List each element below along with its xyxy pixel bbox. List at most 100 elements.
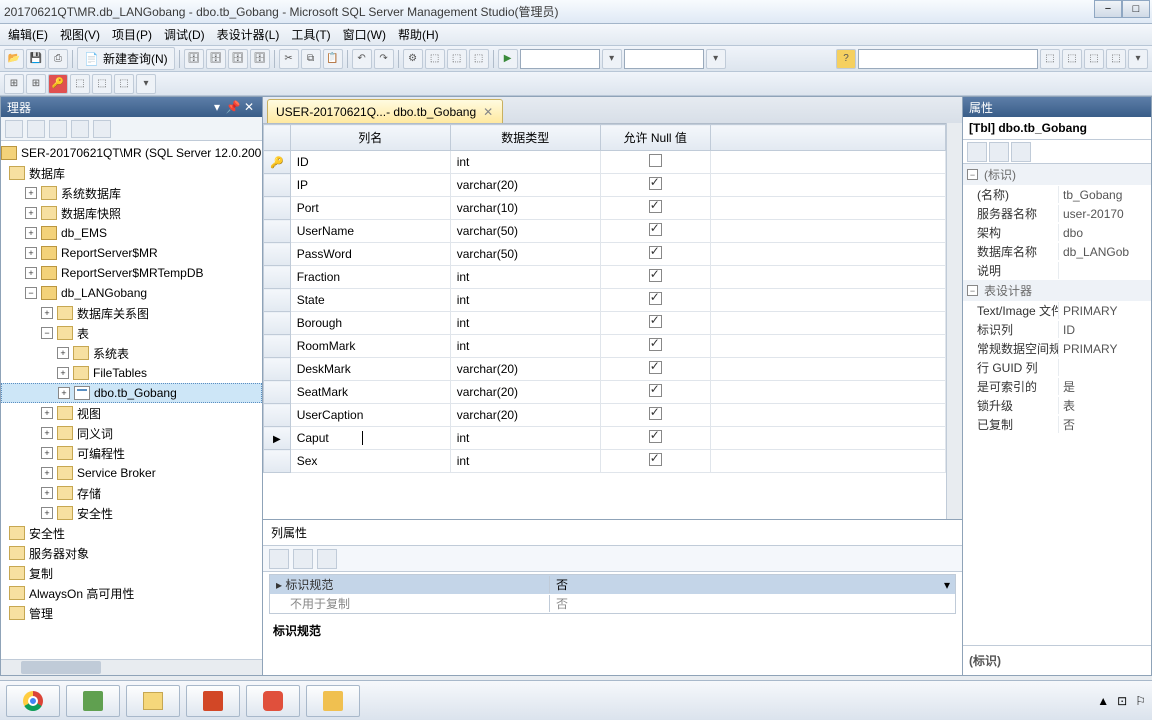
column-row[interactable]: Sexint	[264, 450, 946, 473]
maximize-button[interactable]: □	[1122, 0, 1150, 18]
taskbar-chrome[interactable]	[6, 685, 60, 717]
allownull-checkbox[interactable]	[649, 384, 662, 397]
colprop-az-button[interactable]	[293, 549, 313, 569]
tree-alwayson[interactable]: AlwaysOn 高可用性	[1, 583, 262, 603]
property-row[interactable]: 行 GUID 列	[963, 358, 1151, 377]
tree-repl[interactable]: 复制	[1, 563, 262, 583]
column-row[interactable]: Stateint	[264, 289, 946, 312]
tb-b[interactable]: ⬚	[1062, 49, 1082, 69]
redo-button[interactable]: ↷	[374, 49, 394, 69]
db-icon2[interactable]: 🗄	[206, 49, 226, 69]
minimize-button[interactable]: −	[1094, 0, 1122, 18]
paste-button[interactable]: 📋	[323, 49, 343, 69]
column-row[interactable]: Fractionint	[264, 266, 946, 289]
colprop-pages-button[interactable]	[317, 549, 337, 569]
tree-security2[interactable]: 安全性	[1, 523, 262, 543]
st4[interactable]: ⬚	[70, 74, 90, 94]
filter-icon[interactable]	[49, 120, 67, 138]
tree-tbgobang[interactable]: +dbo.tb_Gobang	[1, 383, 262, 403]
tab-tbgobang[interactable]: USER-20170621Q...- dbo.tb_Gobang ✕	[267, 99, 503, 123]
tree-langobang[interactable]: −db_LANGobang	[1, 283, 262, 303]
menu-help[interactable]: 帮助(H)	[392, 24, 445, 45]
property-row[interactable]: 锁升级表	[963, 396, 1151, 415]
tb-a[interactable]: ⬚	[1040, 49, 1060, 69]
property-row[interactable]: 说明	[963, 261, 1151, 280]
tree-security[interactable]: +安全性	[1, 503, 262, 523]
tree-tables[interactable]: −表	[1, 323, 262, 343]
combo2[interactable]	[624, 49, 704, 69]
system-tray[interactable]: ▲ ⊡ ⚐	[1097, 694, 1146, 708]
colprop-cat-button[interactable]	[269, 549, 289, 569]
allownull-checkbox[interactable]	[649, 430, 662, 443]
combo3[interactable]	[858, 49, 1038, 69]
column-row[interactable]: SeatMarkvarchar(20)	[264, 381, 946, 404]
property-row[interactable]: 数据库名称db_LANGob	[963, 242, 1151, 261]
allownull-checkbox[interactable]	[649, 154, 662, 167]
allownull-checkbox[interactable]	[649, 292, 662, 305]
column-row[interactable]: ▶Caput int	[264, 427, 946, 450]
st2[interactable]: ⊞	[26, 74, 46, 94]
column-row[interactable]: DeskMarkvarchar(20)	[264, 358, 946, 381]
tab-close-icon[interactable]: ✕	[482, 106, 494, 118]
prop-cat-icon[interactable]	[967, 142, 987, 162]
panel-dropdown-icon[interactable]: ▾	[210, 100, 224, 114]
tree-storage[interactable]: +存储	[1, 483, 262, 503]
tree-mgmt[interactable]: 管理	[1, 603, 262, 623]
tree-diagrams[interactable]: +数据库关系图	[1, 303, 262, 323]
allownull-checkbox[interactable]	[649, 177, 662, 190]
prop-cat-designer[interactable]: −表设计器	[963, 280, 1151, 301]
colprop-grid[interactable]: ▸ 标识规范 否 ▾ 不用于复制 否	[269, 574, 956, 614]
options-icon[interactable]	[93, 120, 111, 138]
property-row[interactable]: 架构dbo	[963, 223, 1151, 242]
taskbar-recorder[interactable]	[246, 685, 300, 717]
st3[interactable]: 🔑	[48, 74, 68, 94]
t3[interactable]: ⬚	[447, 49, 467, 69]
header-allownull[interactable]: 允许 Null 值	[600, 125, 710, 151]
prop-pages-icon[interactable]	[1011, 142, 1031, 162]
prop-cat-identity[interactable]: −(标识)	[963, 164, 1151, 185]
menu-view[interactable]: 视图(V)	[54, 24, 106, 45]
column-row[interactable]: RoomMarkint	[264, 335, 946, 358]
column-row[interactable]: IPvarchar(20)	[264, 174, 946, 197]
properties-list[interactable]: −(标识) (名称)tb_Gobang服务器名称user-20170架构dbo数…	[963, 164, 1151, 645]
tree-systables[interactable]: +系统表	[1, 343, 262, 363]
panel-close-icon[interactable]: ✕	[242, 100, 256, 114]
allownull-checkbox[interactable]	[649, 223, 662, 236]
tb-e[interactable]: ▾	[1128, 49, 1148, 69]
property-row[interactable]: 服务器名称user-20170	[963, 204, 1151, 223]
db-icon[interactable]: 🗄	[184, 49, 204, 69]
menu-window[interactable]: 窗口(W)	[337, 24, 392, 45]
cut-button[interactable]: ✂	[279, 49, 299, 69]
allownull-checkbox[interactable]	[649, 269, 662, 282]
colprop-identity-row[interactable]: ▸ 标识规范 否 ▾	[270, 575, 955, 594]
tree-prog[interactable]: +可编程性	[1, 443, 262, 463]
tray-icon[interactable]: ▲	[1097, 694, 1109, 708]
taskbar-powerpoint[interactable]	[186, 685, 240, 717]
open-button[interactable]: 📂	[4, 49, 24, 69]
allownull-checkbox[interactable]	[649, 246, 662, 259]
tree-serverobj[interactable]: 服务器对象	[1, 543, 262, 563]
tree-snapshot[interactable]: +数据库快照	[1, 203, 262, 223]
allownull-checkbox[interactable]	[649, 453, 662, 466]
allownull-checkbox[interactable]	[649, 338, 662, 351]
st5[interactable]: ⬚	[92, 74, 112, 94]
menu-project[interactable]: 项目(P)	[106, 24, 158, 45]
taskbar-ssms[interactable]	[306, 685, 360, 717]
column-row[interactable]: Portvarchar(10)	[264, 197, 946, 220]
menu-debug[interactable]: 调试(D)	[158, 24, 211, 45]
header-colname[interactable]: 列名	[290, 125, 450, 151]
allownull-checkbox[interactable]	[649, 407, 662, 420]
tree-rs2[interactable]: +ReportServer$MRTempDB	[1, 263, 262, 283]
object-explorer-tree[interactable]: SER-20170621QT\MR (SQL Server 12.0.200 数…	[1, 141, 262, 659]
grid-scrollbar[interactable]	[946, 123, 962, 519]
tree-dbems[interactable]: +db_EMS	[1, 223, 262, 243]
property-row[interactable]: Text/Image 文件PRIMARY	[963, 301, 1151, 320]
tree-syns[interactable]: +同义词	[1, 423, 262, 443]
tb-d[interactable]: ⬚	[1106, 49, 1126, 69]
t4[interactable]: ⬚	[469, 49, 489, 69]
explorer-scrollbar[interactable]	[1, 659, 262, 675]
column-row[interactable]: Boroughint	[264, 312, 946, 335]
save-button[interactable]: 💾	[26, 49, 46, 69]
column-row[interactable]: UserCaptionvarchar(20)	[264, 404, 946, 427]
tree-server[interactable]: SER-20170621QT\MR (SQL Server 12.0.200	[1, 143, 262, 163]
